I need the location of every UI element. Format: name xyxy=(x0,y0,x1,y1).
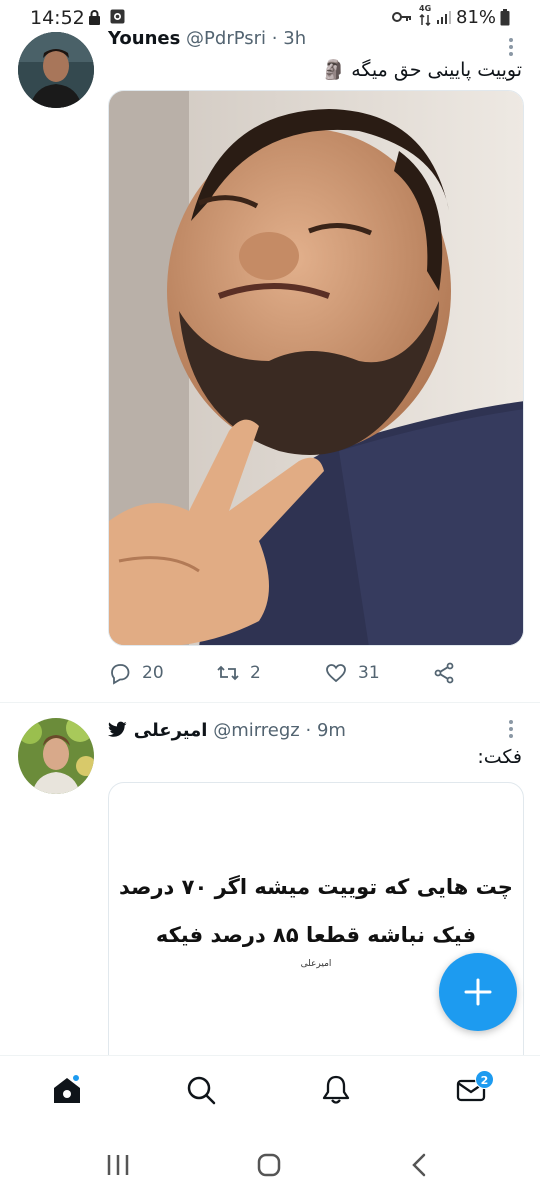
network-type: 4G xyxy=(419,4,432,13)
battery-icon xyxy=(500,9,510,26)
moai-emoji: 🗿 xyxy=(321,59,346,81)
tweet-header: امیرعلی @mirregz · 9m xyxy=(107,720,346,741)
tweet-1[interactable]: Younes @PdrPsri · 3h توییت پایینی حق میگ… xyxy=(0,28,540,698)
separator-dot: · xyxy=(305,720,312,741)
recent-apps-icon[interactable] xyxy=(105,1152,131,1178)
tweet-header: Younes @PdrPsri · 3h xyxy=(108,28,306,49)
separator-dot: · xyxy=(271,28,278,49)
retweet-button[interactable]: 2 xyxy=(216,658,261,688)
user-handle[interactable]: @mirregz xyxy=(213,720,300,741)
messages-badge: 2 xyxy=(475,1070,494,1089)
display-name[interactable]: امیرعلی xyxy=(134,720,208,741)
retweet-count: 2 xyxy=(250,663,261,683)
tweet-image-card[interactable]: چت هایی که توییت میشه اگر ۷۰ درصد فیک نب… xyxy=(108,782,524,1072)
back-icon[interactable] xyxy=(407,1152,433,1178)
card-line-1: چت هایی که توییت میشه اگر ۷۰ درصد xyxy=(119,875,513,899)
status-time: 14:52 xyxy=(30,7,85,29)
nav-messages[interactable]: 2 xyxy=(455,1070,494,1110)
new-tweets-dot xyxy=(71,1073,81,1083)
more-options-icon[interactable] xyxy=(508,38,514,58)
tweet-body: توییت پایینی حق میگه xyxy=(351,59,522,81)
bottom-navigation: 2 xyxy=(0,1055,540,1130)
lock-icon xyxy=(89,10,100,25)
plus-icon xyxy=(464,978,492,1006)
tweet-text: فکت: xyxy=(477,746,522,768)
retweet-icon xyxy=(217,665,239,681)
avatar[interactable] xyxy=(18,718,94,794)
search-icon xyxy=(187,1076,216,1105)
twitter-bird-icon xyxy=(107,721,127,737)
tweet-divider xyxy=(0,702,540,703)
more-options-icon[interactable] xyxy=(508,720,514,740)
reply-count: 20 xyxy=(142,663,164,683)
selfie-photo xyxy=(109,91,523,645)
gallery-notification-icon xyxy=(110,9,125,24)
reply-icon xyxy=(111,664,130,685)
like-count: 31 xyxy=(358,663,380,683)
reply-button[interactable]: 20 xyxy=(108,658,164,688)
share-icon xyxy=(434,662,454,684)
nav-notifications[interactable] xyxy=(320,1074,356,1110)
tweet-time[interactable]: 3h xyxy=(283,28,306,49)
tweet-time[interactable]: 9m xyxy=(317,720,346,741)
vpn-key-icon xyxy=(392,12,411,22)
nav-search[interactable] xyxy=(185,1074,221,1110)
signal-strength-icon xyxy=(437,11,451,24)
display-name[interactable]: Younes xyxy=(108,28,180,49)
mobile-data-icon: 4G xyxy=(417,4,433,28)
compose-tweet-button[interactable] xyxy=(439,953,517,1031)
tweet-text: توییت پایینی حق میگه 🗿 xyxy=(322,58,522,81)
share-button[interactable] xyxy=(432,658,456,688)
battery-percentage: 81% xyxy=(456,7,497,28)
tweet-actions: 20 2 31 xyxy=(108,658,528,688)
twitter-feed-screen: 14:52 4G 81% Younes @PdrPsri · 3h توییت … xyxy=(0,0,540,1200)
avatar[interactable] xyxy=(18,32,94,108)
card-line-2: فیک نباشه قطعا ۸۵ درصد فیکه xyxy=(155,923,477,947)
nav-home[interactable] xyxy=(51,1073,87,1110)
notifications-icon xyxy=(322,1075,350,1104)
user-handle[interactable]: @PdrPsri xyxy=(186,28,266,49)
heart-icon xyxy=(326,664,346,683)
system-navigation-bar xyxy=(0,1130,540,1200)
home-button-icon[interactable] xyxy=(256,1152,282,1178)
tweet-image[interactable] xyxy=(108,90,524,646)
like-button[interactable]: 31 xyxy=(324,658,380,688)
